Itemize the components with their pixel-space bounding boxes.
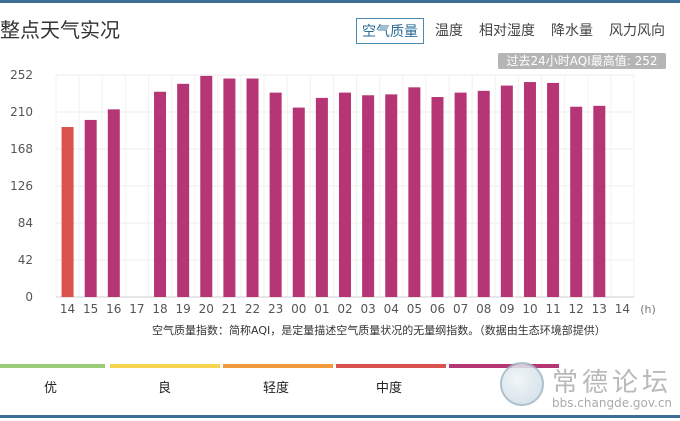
y-tick-label: 126 <box>10 179 33 193</box>
x-tick-label: 03 <box>360 302 375 316</box>
x-tick-label: 08 <box>476 302 491 316</box>
bar-hour-00 <box>292 107 305 297</box>
bar-hour-18 <box>154 91 167 297</box>
page-title: 整点天气实况 <box>0 18 120 42</box>
top-rule <box>0 0 680 3</box>
bottom-rule <box>0 415 680 418</box>
tab-wind[interactable]: 风力风向 <box>604 18 670 44</box>
aqi-bar-chart: 0 42 84 126 168 210 252 14 15 16 17 18 19 20 21 22 23 00 0… <box>10 68 656 316</box>
x-tick-label: 15 <box>83 302 98 316</box>
x-tick-label: 13 <box>592 302 607 316</box>
legend-item-good: 良 <box>110 364 220 404</box>
bar-hour-06 <box>431 97 444 298</box>
legend-label: 良 <box>158 381 172 396</box>
legend-swatch <box>336 364 446 368</box>
bar-hour-14 <box>61 126 74 297</box>
legend-label: 优 <box>44 381 58 396</box>
bar-hour-16 <box>107 109 120 297</box>
x-tick-label: 14 <box>615 302 630 316</box>
x-tick-label: 20 <box>199 302 214 316</box>
legend-item-light: 轻度 <box>223 364 333 404</box>
bar-hour-02 <box>339 92 351 297</box>
watermark: 常德论坛 bbs.changde.gov.cn <box>490 358 680 418</box>
x-tick-label: 06 <box>430 302 445 316</box>
tab-bar: 空气质量 温度 相对湿度 降水量 风力风向 <box>356 18 670 44</box>
x-tick-label: 16 <box>106 302 121 316</box>
tab-precipitation[interactable]: 降水量 <box>546 18 598 44</box>
bar-hour-01 <box>315 97 328 298</box>
x-tick-label: 05 <box>407 302 422 316</box>
tab-humidity[interactable]: 相对湿度 <box>474 18 540 44</box>
legend-label: 轻度 <box>263 381 290 396</box>
x-tick-label: 18 <box>152 302 167 316</box>
bar-hour-07 <box>454 92 467 297</box>
y-tick-label: 210 <box>10 105 33 119</box>
bar-hour-11 <box>547 82 560 297</box>
bar-hour-03 <box>362 95 375 297</box>
bar-hour-10 <box>523 82 536 297</box>
bar-hour-12 <box>570 106 583 297</box>
y-tick-label: 84 <box>18 216 33 230</box>
y-tick-label: 42 <box>18 253 33 267</box>
tab-air-quality[interactable]: 空气质量 <box>356 18 424 44</box>
bar-hour-22 <box>246 78 259 298</box>
x-tick-label: 02 <box>337 302 352 316</box>
y-tick-label: 0 <box>25 290 33 304</box>
x-tick-label: 00 <box>291 302 306 316</box>
legend-swatch <box>0 364 105 368</box>
bar-hour-23 <box>269 92 282 297</box>
tab-temperature[interactable]: 温度 <box>430 18 468 44</box>
legend-item-excellent: 优 <box>0 364 105 404</box>
bar-hour-08 <box>477 90 490 297</box>
x-tick-label: 22 <box>245 302 260 316</box>
x-tick-label: 07 <box>453 302 468 316</box>
y-tick-label: 168 <box>10 142 33 156</box>
x-tick-label: 23 <box>268 302 283 316</box>
watermark-text: 常德论坛 <box>552 368 673 398</box>
legend-item-moderate: 中度 <box>336 364 446 404</box>
legend-swatch <box>110 364 220 368</box>
legend-swatch <box>223 364 333 368</box>
legend-label: 中度 <box>376 381 403 396</box>
x-tick-label: 12 <box>569 302 584 316</box>
bar-hour-19 <box>177 83 190 297</box>
x-tick-label: 01 <box>314 302 329 316</box>
x-tick-label: 14 <box>60 302 75 316</box>
x-tick-label: 17 <box>129 302 144 316</box>
aqi-note: 空气质量指数：简称AQI，是定量描述空气质量状况的无量纲指数。（数据由生态环境部… <box>152 324 606 337</box>
bar-hour-15 <box>84 119 97 297</box>
x-tick-label: 21 <box>222 302 237 316</box>
x-tick-label: 09 <box>499 302 514 316</box>
x-unit-label: (h) <box>640 303 656 316</box>
forum-logo-icon <box>500 362 544 406</box>
bar-hour-04 <box>385 94 398 297</box>
bar-hour-21 <box>223 78 236 298</box>
bar-hour-13 <box>593 105 606 297</box>
x-tick-label: 11 <box>545 302 560 316</box>
bar-hour-09 <box>500 85 513 297</box>
x-tick-label: 10 <box>522 302 537 316</box>
watermark-url: bbs.changde.gov.cn <box>552 396 673 410</box>
x-tick-label: 19 <box>176 302 191 316</box>
x-tick-label: 04 <box>384 302 399 316</box>
bar-hour-20 <box>200 75 213 297</box>
y-tick-label: 252 <box>10 68 33 82</box>
bar-hour-05 <box>408 87 421 297</box>
